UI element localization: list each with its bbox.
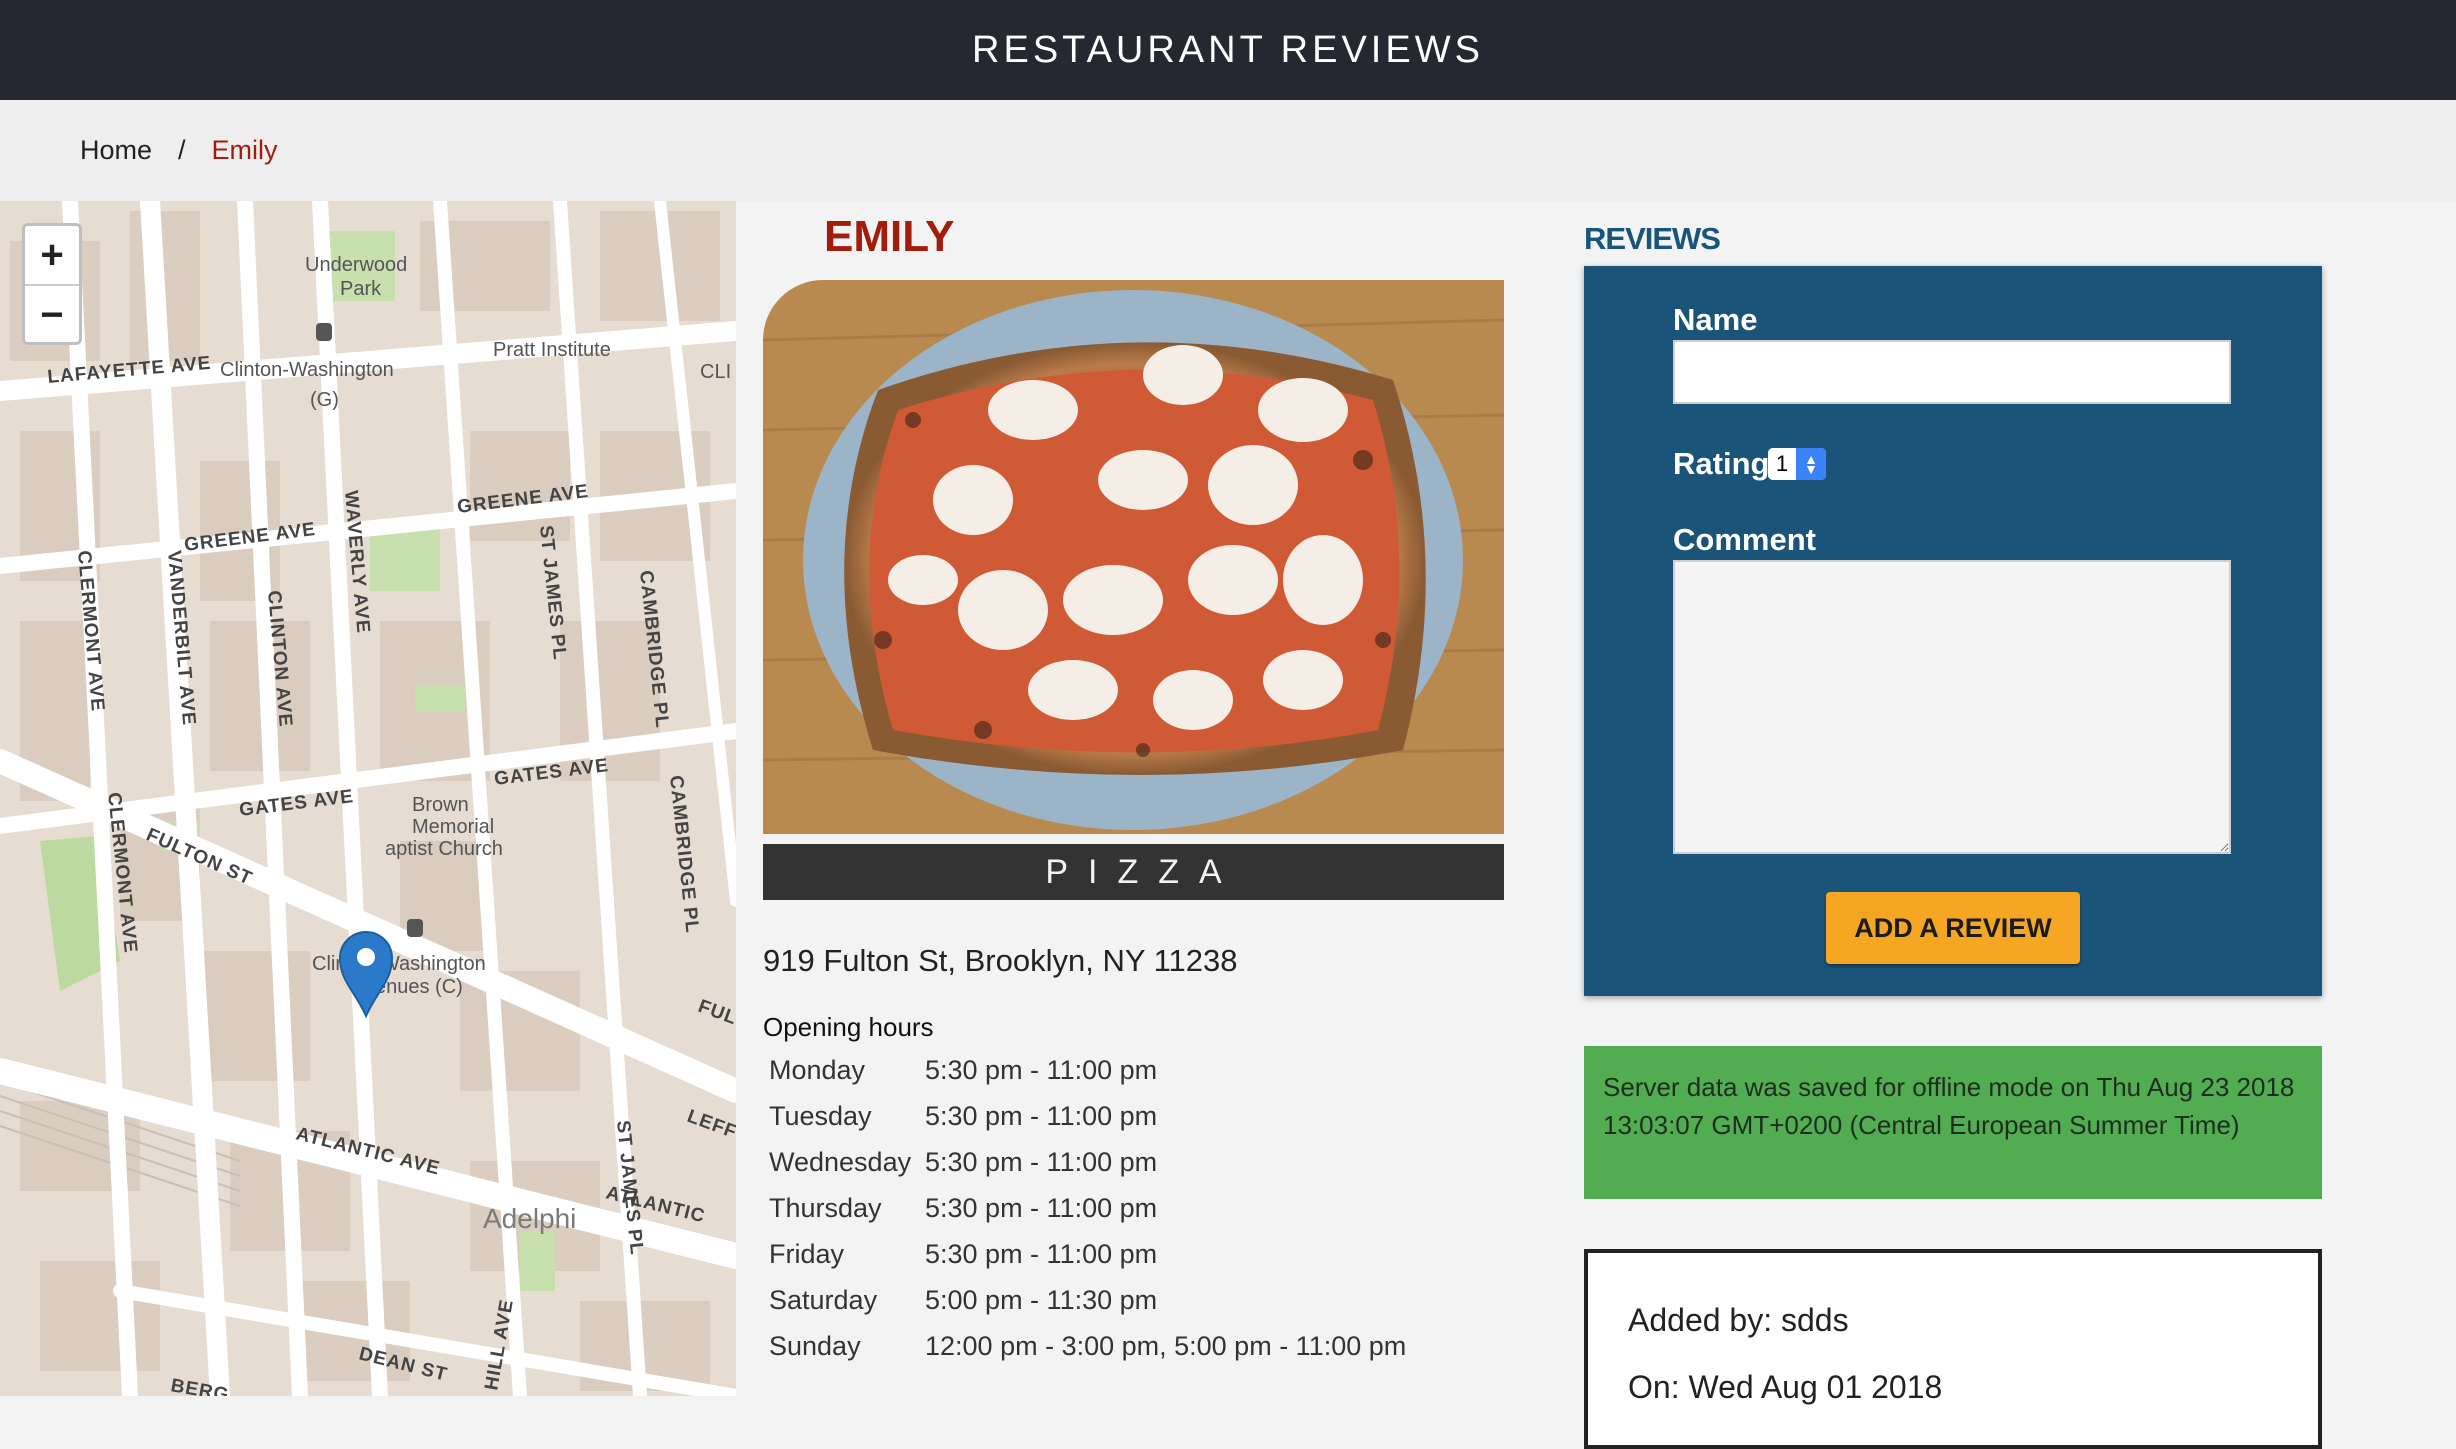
table-row: Tuesday 5:30 pm - 11:00 pm [769, 1093, 1406, 1139]
map-label: Adelphi [483, 1203, 576, 1234]
map-label: Clinton-Washington [220, 359, 394, 381]
breadcrumb-current: Emily [211, 135, 278, 165]
hours-day: Thursday [769, 1192, 882, 1223]
map-label: (G) [310, 389, 339, 411]
hours-day: Tuesday [769, 1100, 872, 1131]
table-row: Thursday 5:30 pm - 11:00 pm [769, 1185, 1406, 1231]
review-author: Added by: sdds [1628, 1302, 1849, 1338]
chevron-updown-icon: ▲ ▼ [1796, 448, 1826, 480]
zoom-out-button[interactable]: − [25, 286, 79, 344]
rating-label: Rating [1673, 446, 1770, 481]
restaurant-name: EMILY [824, 212, 955, 261]
name-input[interactable] [1673, 340, 2231, 404]
breadcrumb: Home / Emily [0, 100, 2456, 201]
add-review-button[interactable]: ADD A REVIEW [1826, 892, 2080, 964]
table-row: Monday 5:30 pm - 11:00 pm [769, 1047, 1406, 1093]
offline-status-message: Server data was saved for offline mode o… [1584, 1046, 2322, 1199]
breadcrumb-home-link[interactable]: Home [80, 135, 152, 166]
opening-hours-title: Opening hours [763, 1012, 934, 1042]
review-form: Name Rating 1 ▲ ▼ Comment ADD A REVIEW [1584, 266, 2322, 996]
name-label: Name [1673, 302, 1758, 337]
map-label: Memorial [412, 816, 494, 838]
map-label: CLI [700, 361, 731, 383]
opening-hours-table: Monday 5:30 pm - 11:00 pm Tuesday 5:30 pm … [763, 1047, 1412, 1369]
breadcrumb-separator: / [178, 135, 186, 165]
hours-day: Monday [769, 1054, 866, 1085]
hours-time: 12:00 pm - 3:00 pm, 5:00 pm - 11:00 pm [925, 1330, 1407, 1361]
restaurant-image [763, 280, 1504, 834]
map-label: Underwood [305, 254, 407, 276]
map-label: Brown [412, 794, 469, 816]
comment-textarea[interactable] [1673, 560, 2231, 854]
review-date: On: Wed Aug 01 2018 [1628, 1369, 1943, 1405]
rating-select[interactable]: 1 ▲ ▼ [1768, 448, 1826, 480]
restaurant-map[interactable]: Underwood Park Pratt Institute Clinton-W… [0, 201, 736, 1396]
map-label: aptist Church [385, 838, 503, 860]
hours-time: 5:30 pm - 11:00 pm [925, 1146, 1158, 1177]
map-tiles: Underwood Park Pratt Institute Clinton-W… [0, 201, 736, 1396]
table-row: Saturday 5:00 pm - 11:30 pm [769, 1277, 1406, 1323]
rating-value: 1 [1768, 448, 1796, 480]
hours-day: Wednesday [769, 1146, 912, 1177]
hours-day: Friday [769, 1238, 845, 1269]
hours-day: Sunday [769, 1330, 861, 1361]
table-row: Sunday 12:00 pm - 3:00 pm, 5:00 pm - 11:0… [769, 1323, 1406, 1369]
map-label: Park [340, 278, 382, 300]
hours-time: 5:30 pm - 11:00 pm [925, 1192, 1158, 1223]
cuisine-label: PIZZA [763, 844, 1504, 900]
review-card: Added by: sdds On: Wed Aug 01 2018 [1584, 1249, 2322, 1449]
hours-time: 5:30 pm - 11:00 pm [925, 1100, 1158, 1131]
hours-time: 5:30 pm - 11:00 pm [925, 1238, 1158, 1269]
map-label: Pratt Institute [493, 339, 611, 361]
zoom-in-button[interactable]: + [25, 226, 79, 286]
table-row: Friday 5:30 pm - 11:00 pm [769, 1231, 1406, 1277]
zoom-control: + − [22, 223, 82, 345]
site-header: RESTAURANT REVIEWS [0, 0, 2456, 100]
site-title[interactable]: RESTAURANT REVIEWS [972, 29, 1484, 72]
restaurant-address: 919 Fulton St, Brooklyn, NY 11238 [763, 943, 1238, 978]
table-row: Wednesday 5:30 pm - 11:00 pm [769, 1139, 1406, 1185]
hours-day: Saturday [769, 1284, 878, 1315]
reviews-title: REVIEWS [1584, 221, 1721, 256]
hours-time: 5:30 pm - 11:00 pm [925, 1054, 1158, 1085]
hours-time: 5:00 pm - 11:30 pm [925, 1284, 1158, 1315]
comment-label: Comment [1673, 522, 1816, 557]
map-label: Clinton-Washington [312, 953, 486, 975]
